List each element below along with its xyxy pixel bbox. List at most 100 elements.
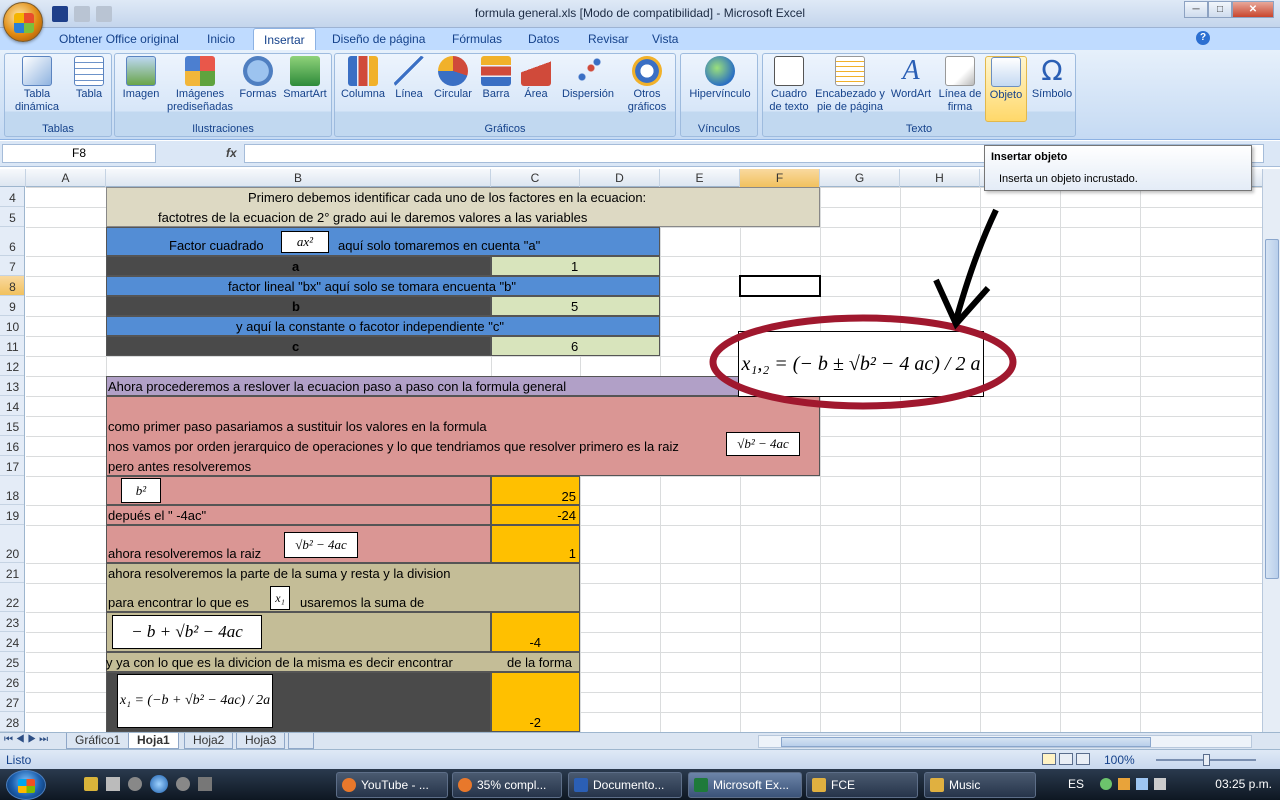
row-header[interactable]: 14 xyxy=(0,396,24,416)
cell-r22a[interactable]: para encontrar lo que es xyxy=(108,595,249,610)
signature-line-button[interactable]: Línea de firma xyxy=(935,56,985,114)
pivot-table-button[interactable]: Tabla dinámica xyxy=(7,56,67,114)
close-button[interactable]: ✕ xyxy=(1232,1,1274,18)
worksheet-grid[interactable]: Primero debemos identificar cada uno de … xyxy=(26,187,1262,732)
row-header[interactable]: 26 xyxy=(0,672,24,692)
row-header[interactable]: 15 xyxy=(0,416,24,436)
tray-status-icon[interactable] xyxy=(1100,778,1112,790)
cell-r15[interactable]: como primer paso pasariamos a sustituir … xyxy=(108,419,487,434)
row-header[interactable]: 24 xyxy=(0,632,24,652)
row-header[interactable]: 25 xyxy=(0,652,24,672)
column-header[interactable]: C xyxy=(491,169,580,187)
page-break-view-icon[interactable] xyxy=(1076,753,1090,765)
row-header[interactable]: 27 xyxy=(0,692,24,712)
cell-r25a[interactable]: y ya con lo que es la divicion de la mis… xyxy=(106,655,453,670)
stop-icon[interactable] xyxy=(106,777,120,791)
row-header[interactable]: 9 xyxy=(0,296,24,316)
area-chart-button[interactable]: Área xyxy=(517,56,555,101)
cell-r10[interactable]: y aquí la constante o facotor independie… xyxy=(236,319,504,334)
tab-formulas[interactable]: Fórmulas xyxy=(452,32,502,46)
cell-r18-val[interactable]: 25 xyxy=(491,489,576,504)
page-layout-view-icon[interactable] xyxy=(1059,753,1073,765)
tray-app-icon[interactable] xyxy=(1118,778,1130,790)
cell-r20-val[interactable]: 1 xyxy=(491,546,576,561)
row-header[interactable]: 11 xyxy=(0,336,24,356)
header-footer-button[interactable]: Encabezado y pie de página xyxy=(813,56,887,114)
column-header[interactable]: D xyxy=(580,169,660,187)
line-chart-button[interactable]: Línea xyxy=(389,56,429,101)
cell-r6b[interactable]: aquí solo tomaremos en cuenta "a" xyxy=(338,238,540,253)
zoom-level[interactable]: 100% xyxy=(1104,753,1135,767)
equation-ax2[interactable]: ax² xyxy=(281,231,329,253)
sheet-tab-grafico1[interactable]: Gráfico1 xyxy=(66,733,130,749)
cell-r19-val[interactable]: -24 xyxy=(491,508,576,523)
row-header[interactable]: 21 xyxy=(0,563,24,583)
cell-r13[interactable]: Ahora procederemos a reslover la ecuacio… xyxy=(108,379,566,394)
tab-vista[interactable]: Vista xyxy=(652,32,678,46)
column-header[interactable]: A xyxy=(26,169,106,187)
start-button[interactable] xyxy=(6,770,46,800)
row-header[interactable]: 17 xyxy=(0,456,24,476)
equation-sqrt-2[interactable]: √b² − 4ac xyxy=(284,532,358,558)
taskbar-download[interactable]: 35% compl... xyxy=(452,772,562,798)
insert-sheet-icon[interactable] xyxy=(288,733,314,749)
row-header[interactable]: 19 xyxy=(0,505,24,525)
smartart-button[interactable]: SmartArt xyxy=(281,56,329,101)
column-header[interactable]: G xyxy=(820,169,900,187)
column-header[interactable]: F xyxy=(740,169,820,187)
taskbar-music[interactable]: Music xyxy=(924,772,1036,798)
row-header[interactable]: 6 xyxy=(0,227,24,256)
cell-r8[interactable]: factor lineal "bx" aquí solo se tomara e… xyxy=(228,279,516,294)
cell-r4[interactable]: Primero debemos identificar cada uno de … xyxy=(248,190,646,205)
row-header[interactable]: 5 xyxy=(0,207,24,227)
cell-r28-val[interactable]: -2 xyxy=(491,715,541,730)
pause-icon[interactable] xyxy=(150,775,168,793)
horizontal-scroll-thumb[interactable] xyxy=(781,737,1151,747)
tab-diseno-pagina[interactable]: Diseño de página xyxy=(332,32,425,46)
equation-x1[interactable]: x₁ xyxy=(270,586,290,610)
cell-r24-val[interactable]: -4 xyxy=(491,635,541,650)
cell-r20[interactable]: ahora resolveremos la raiz xyxy=(108,546,261,561)
symbol-button[interactable]: Ω Símbolo xyxy=(1029,56,1075,101)
row-header[interactable]: 8 xyxy=(0,276,24,296)
row-header[interactable]: 10 xyxy=(0,316,24,336)
row-header[interactable]: 23 xyxy=(0,612,24,632)
equation-b2[interactable]: b² xyxy=(121,478,161,503)
tab-obtener-office[interactable]: Obtener Office original xyxy=(59,32,179,46)
cell-r11-label[interactable]: c xyxy=(292,339,299,354)
shapes-button[interactable]: Formas xyxy=(235,56,281,101)
sheet-tab-hoja3[interactable]: Hoja3 xyxy=(236,733,286,749)
office-button[interactable] xyxy=(3,2,43,42)
cell-r11-val[interactable]: 6 xyxy=(571,339,578,354)
clipart-button[interactable]: Imágenes prediseñadas xyxy=(165,56,235,114)
speaker-icon[interactable] xyxy=(1154,778,1166,790)
taskbar-fce[interactable]: FCE xyxy=(806,772,918,798)
cell-r25b[interactable]: de la forma xyxy=(507,655,572,670)
cell-r19[interactable]: depués el " -4ac" xyxy=(108,508,206,523)
next-icon[interactable] xyxy=(176,777,190,791)
object-button[interactable]: Objeto xyxy=(985,56,1027,122)
tab-datos[interactable]: Datos xyxy=(528,32,559,46)
cell-r9-val[interactable]: 5 xyxy=(571,299,578,314)
cell-r17[interactable]: pero antes resolveremos xyxy=(108,459,251,474)
equation-x1-formula[interactable]: x₁ = (−b + √b² − 4ac) / 2a xyxy=(117,674,273,728)
network-icon[interactable] xyxy=(1136,778,1148,790)
horizontal-scrollbar[interactable] xyxy=(758,735,1252,748)
media-folder-icon[interactable] xyxy=(84,777,98,791)
scatter-chart-button[interactable]: Dispersión xyxy=(557,56,619,101)
sheet-tab-hoja2[interactable]: Hoja2 xyxy=(184,733,234,749)
equation-numerator[interactable]: − b + √b² − 4ac xyxy=(112,615,262,649)
row-header[interactable]: 20 xyxy=(0,525,24,563)
name-box[interactable]: F8 xyxy=(2,144,156,163)
maximize-button[interactable]: □ xyxy=(1208,1,1232,18)
pie-chart-button[interactable]: Circular xyxy=(429,56,477,101)
row-header[interactable]: 16 xyxy=(0,436,24,456)
tab-inicio[interactable]: Inicio xyxy=(207,32,235,46)
image-button[interactable]: Imagen xyxy=(119,56,163,101)
textbox-button[interactable]: Cuadro de texto xyxy=(765,56,813,114)
equation-sqrt[interactable]: √b² − 4ac xyxy=(726,432,800,456)
clock[interactable]: 03:25 p.m. xyxy=(1215,777,1272,791)
vertical-scroll-thumb[interactable] xyxy=(1265,239,1279,579)
tab-insertar[interactable]: Insertar xyxy=(253,28,316,50)
cell-r6a[interactable]: Factor cuadrado xyxy=(169,238,264,253)
